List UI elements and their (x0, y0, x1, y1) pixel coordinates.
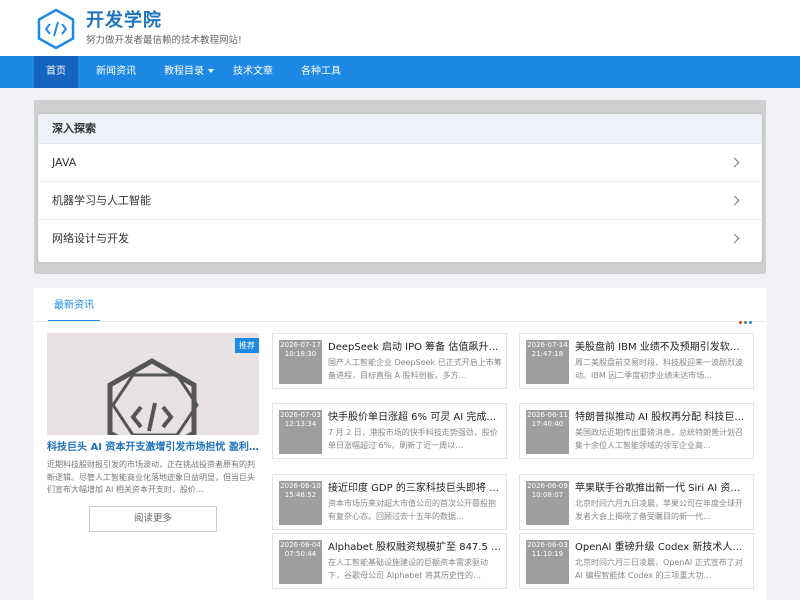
news-desc: 在人工智能基础设施建设的巨额资本需求驱动下，谷歌母公司 Alphabet 将其历… (328, 558, 488, 580)
nav-item-tutorials-label: 教程目录 (164, 66, 204, 77)
date-box: 2026-07-03 12:13:34 (279, 410, 322, 454)
dot-red (738, 320, 742, 324)
featured-title[interactable]: 科技巨头 AI 资本开支激增引发市场担忧 盈利… (47, 438, 259, 453)
news-desc: 国产人工智能企业 DeepSeek 已正式开启上市筹备进程，目标直指 A 股科创… (328, 358, 502, 380)
news-date: 2026-06-09 (527, 482, 568, 490)
date-box: 2026-06-03 11:10:19 (526, 540, 569, 584)
news-time: 10:18:30 (284, 350, 317, 358)
news-card[interactable]: 2026-06-04 07:50:44 Alphabet 股权融资规模扩至 847… (272, 533, 507, 589)
explore-item-web-dev[interactable]: 网络设计与开发 (38, 220, 762, 258)
site-title[interactable]: 开发学院 (86, 6, 162, 32)
news-card[interactable]: 2026-07-14 21:47:18 美股盘前 IBM 业绩不及预期引发软… 周… (519, 333, 754, 389)
news-desc: 北京时间六月三日凌晨，OpenAI 正式宣布了对 AI 编程智能体 Codex … (575, 558, 743, 580)
news-title: OpenAI 重磅升级 Codex 新技术人… (575, 542, 743, 553)
nav-item-tools[interactable]: 各种工具 (294, 56, 348, 88)
news-title: 苹果联手谷歌推出新一代 Siri AI 资… (575, 483, 741, 494)
news-card[interactable]: 2026-06-11 17:40:40 特朗普拟推动 AI 股权再分配 科技巨… … (519, 403, 754, 459)
nav-item-articles[interactable]: 技术文章 (226, 56, 280, 88)
news-card[interactable]: 2026-06-09 10:08:07 苹果联手谷歌推出新一代 Siri AI 资… (519, 474, 754, 530)
explore-section: 深入探索 JAVA 机器学习与人工智能 网络设计与开发 (34, 100, 766, 274)
explore-item-label: JAVA (52, 156, 77, 169)
date-box: 2026-07-14 21:47:18 (526, 340, 569, 384)
news-time: 07:50:44 (284, 550, 317, 558)
featured-image[interactable]: 推荐 (47, 333, 259, 435)
news-date: 2026-07-14 (527, 341, 568, 349)
nav-item-home[interactable]: 首页 (34, 56, 78, 88)
explore-item-ml-ai[interactable]: 机器学习与人工智能 (38, 182, 762, 220)
read-more-button[interactable]: 阅读更多 (89, 506, 217, 532)
explore-card: 深入探索 JAVA 机器学习与人工智能 网络设计与开发 (38, 114, 762, 262)
chevron-right-icon (729, 233, 740, 244)
nav-item-news[interactable]: 新闻资讯 (86, 56, 146, 88)
news-date: 2026-06-04 (280, 541, 321, 549)
explore-heading: 深入探索 (38, 114, 762, 144)
news-time: 21:47:18 (531, 350, 564, 358)
news-desc: 周二美股盘前交易时段，科技股迎来一波剧烈波动。IBM 因二季度初步业绩未达市场… (575, 358, 743, 380)
news-title: DeepSeek 启动 IPO 筹备 估值飙升… (328, 342, 499, 353)
chevron-down-icon (208, 69, 214, 73)
news-title: 美股盘前 IBM 业绩不及预期引发软… (575, 342, 740, 353)
tab-latest-news[interactable]: 最新资讯 (48, 288, 100, 322)
news-title: 快手股价单日涨超 6% 可灵 AI 完成… (328, 412, 497, 423)
news-time: 11:10:19 (531, 550, 564, 558)
news-date: 2026-06-11 (527, 411, 568, 419)
code-hexagon-logo-icon[interactable] (36, 8, 76, 50)
dot-blue (748, 320, 752, 324)
news-title: Alphabet 股权融资规模扩至 847.5 … (328, 542, 502, 553)
news-time: 12:13:34 (284, 420, 317, 428)
news-desc: 7 月 2 日，港股市场的快手科技走势强劲，股价单日涨幅超过 6%，刷新了近一周… (328, 428, 498, 450)
site-header: 开发学院 努力做开发者最信赖的技术教程网站! (0, 0, 800, 56)
date-box: 2026-06-04 07:50:44 (279, 540, 322, 584)
chevron-right-icon (729, 157, 740, 168)
news-title: 特朗普拟推动 AI 股权再分配 科技巨… (575, 412, 745, 423)
news-time: 10:08:07 (531, 491, 564, 499)
news-desc: 美国政坛近期传出重磅消息，总统特朗普计划召集十余位人工智能领域的领军企业高… (575, 428, 743, 450)
chevron-right-icon (729, 195, 740, 206)
news-desc: 资本市场历来对超大市值公司的首次公开募股抱有复杂心态。回顾过去十五年的数据… (328, 499, 496, 521)
date-box: 2026-06-10 15:48:52 (279, 481, 322, 525)
news-date: 2026-06-03 (527, 541, 568, 549)
news-time: 17:40:40 (531, 420, 564, 428)
divider (34, 321, 766, 322)
news-card[interactable]: 2026-06-03 11:10:19 OpenAI 重磅升级 Codex 新技术… (519, 533, 754, 589)
news-title: 接近印度 GDP 的三家科技巨头即将 … (328, 483, 500, 494)
news-time: 15:48:52 (284, 491, 317, 499)
news-desc: 北京时间六月九日凌晨，苹果公司在年度全球开发者大会上揭晓了备受瞩目的新一代… (575, 499, 743, 521)
date-box: 2026-06-11 17:40:40 (526, 410, 569, 454)
dot-green (743, 320, 747, 324)
news-date: 2026-07-03 (280, 411, 321, 419)
news-date: 2026-07-17 (280, 341, 321, 349)
explore-item-label: 机器学习与人工智能 (52, 194, 151, 207)
nav-item-tutorials[interactable]: 教程目录 (156, 56, 222, 88)
recommended-badge: 推荐 (235, 338, 259, 353)
dots-indicator (737, 309, 752, 324)
news-card[interactable]: 2026-07-03 12:13:34 快手股价单日涨超 6% 可灵 AI 完成…… (272, 403, 507, 459)
date-box: 2026-06-09 10:08:07 (526, 481, 569, 525)
news-section: 最新资讯 推荐 科技巨头 AI 资本开支激增引发市场担忧 盈利… 近期科技股财报… (34, 288, 766, 600)
news-date: 2026-06-10 (280, 482, 321, 490)
explore-item-java[interactable]: JAVA (38, 144, 762, 182)
news-card[interactable]: 2026-07-17 10:18:30 DeepSeek 启动 IPO 筹备 估值… (272, 333, 507, 389)
explore-item-label: 网络设计与开发 (52, 232, 129, 245)
date-box: 2026-07-17 10:18:30 (279, 340, 322, 384)
code-hexagon-placeholder-icon (107, 358, 199, 435)
news-card[interactable]: 2026-06-10 15:48:52 接近印度 GDP 的三家科技巨头即将 … … (272, 474, 507, 530)
site-subtitle: 努力做开发者最信赖的技术教程网站! (86, 35, 242, 46)
main-nav: 首页 新闻资讯 教程目录 技术文章 各种工具 (0, 56, 800, 88)
featured-description: 近期科技股财报引发的市场波动，正在挑战投资者原有的判断逻辑。尽管人工智能商业化落… (47, 460, 255, 494)
